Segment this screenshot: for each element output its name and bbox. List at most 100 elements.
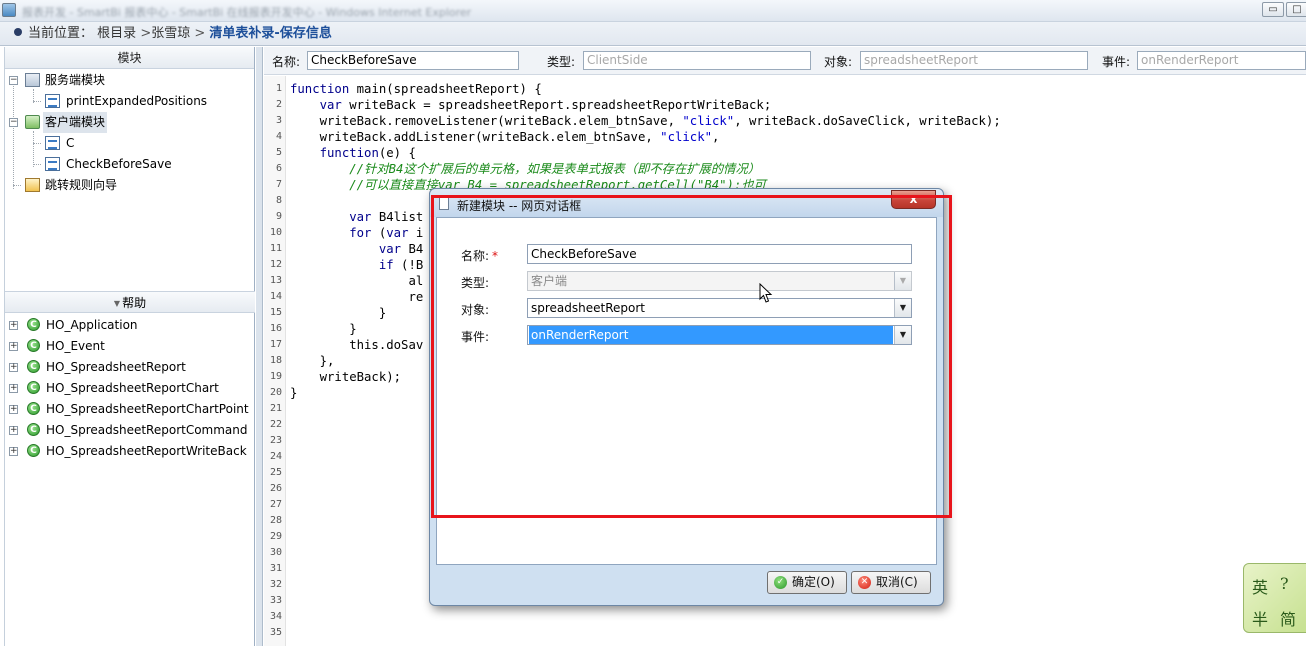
script-doc-icon: [45, 94, 60, 108]
line-number: 26: [269, 483, 282, 494]
tree-label: CheckBeforeSave: [66, 157, 172, 171]
dropdown-arrow-icon[interactable]: ▼: [894, 326, 911, 344]
code-line[interactable]: }: [290, 321, 356, 337]
ime-width-toggle[interactable]: 半: [1252, 606, 1268, 630]
line-number: 4: [275, 131, 282, 142]
cancel-button[interactable]: ✕ 取消(C): [851, 571, 931, 594]
checkmark-icon: ✓: [774, 576, 787, 589]
module-properties-bar: 名称: CheckBeforeSave 类型: ClientSide 对象: s…: [264, 47, 1306, 75]
code-line[interactable]: }: [290, 305, 386, 321]
tree-item-checkbeforesave[interactable]: CheckBeforeSave: [5, 154, 253, 175]
line-number: 35: [269, 627, 282, 638]
code-line[interactable]: this.doSav: [290, 337, 423, 353]
line-number: 30: [269, 547, 282, 558]
line-number: 21: [269, 403, 282, 414]
collapse-toggle-icon[interactable]: −: [9, 118, 18, 127]
dialog-body: 名称: * CheckBeforeSave 类型: 客户端 ▼ 对象: sprea…: [436, 217, 937, 565]
line-number: 17: [269, 339, 282, 350]
wizard-icon: [25, 178, 40, 192]
dialog-type-select: 客户端 ▼: [527, 271, 912, 291]
class-icon: C: [27, 339, 40, 352]
code-line[interactable]: writeBack);: [290, 369, 401, 385]
line-number: 25: [269, 467, 282, 478]
event-label: 事件:: [1102, 55, 1131, 69]
help-item-label: HO_Application: [46, 318, 138, 332]
collapse-arrow-icon: ▼: [113, 299, 121, 308]
tree-item-jump-wizard[interactable]: 跳转规则向导: [5, 175, 253, 196]
tree-label: 客户端模块: [43, 112, 108, 133]
breadcrumb-item-root[interactable]: 根目录: [97, 26, 136, 41]
line-number: 12: [269, 259, 282, 270]
dialog-titlebar[interactable]: 新建模块 -- 网页对话框 x: [430, 189, 943, 217]
ime-toolbar[interactable]: 英 ? 半 简: [1243, 563, 1306, 633]
tree-item-printexpandedpositions[interactable]: printExpandedPositions: [5, 91, 253, 112]
breadcrumb-item-user[interactable]: 张雪琼: [151, 26, 190, 41]
code-line[interactable]: function(e) {: [290, 145, 416, 161]
code-line[interactable]: //针对B4这个扩展后的单元格，如果是表单式报表（即不存在扩展的情况）: [290, 161, 760, 177]
code-line[interactable]: },: [290, 353, 335, 369]
expand-toggle-icon[interactable]: +: [9, 426, 18, 435]
code-line[interactable]: writeBack.addListener(writeBack.elem_btn…: [290, 129, 720, 145]
code-line[interactable]: al: [290, 273, 423, 289]
line-number: 14: [269, 291, 282, 302]
expand-toggle-icon[interactable]: +: [9, 363, 18, 372]
app-icon: [2, 3, 16, 17]
code-line[interactable]: writeBack.removeListener(writeBack.elem_…: [290, 113, 1001, 129]
line-number: 6: [275, 163, 282, 174]
client-module-icon: [25, 115, 40, 129]
line-number: 16: [269, 323, 282, 334]
dropdown-arrow-icon[interactable]: ▼: [894, 299, 911, 317]
line-number: 2: [275, 99, 282, 110]
expand-toggle-icon[interactable]: +: [9, 321, 18, 330]
dialog-title: 新建模块 -- 网页对话框: [457, 199, 582, 213]
collapse-toggle-icon[interactable]: −: [9, 76, 18, 85]
restore-button[interactable]: □: [1286, 2, 1306, 17]
dialog-object-select[interactable]: spreadsheetReport ▼: [527, 298, 912, 318]
expand-toggle-icon[interactable]: +: [9, 384, 18, 393]
tree-item-client-module[interactable]: − 客户端模块: [5, 112, 253, 133]
line-number: 13: [269, 275, 282, 286]
help-item-label: HO_SpreadsheetReportChart: [46, 381, 219, 395]
expand-toggle-icon[interactable]: +: [9, 342, 18, 351]
code-line[interactable]: re: [290, 289, 423, 305]
code-line[interactable]: function main(spreadsheetReport) {: [290, 81, 542, 97]
minimize-button[interactable]: ▭: [1262, 2, 1284, 17]
breadcrumb-prefix: 当前位置：: [28, 26, 94, 41]
tree-line: [33, 164, 41, 165]
help-item-label: HO_SpreadsheetReportWriteBack: [46, 444, 247, 458]
required-mark: *: [492, 249, 499, 263]
ime-script-toggle[interactable]: 简: [1280, 606, 1296, 630]
code-line[interactable]: if (!B: [290, 257, 423, 273]
ime-punct-toggle[interactable]: ?: [1280, 574, 1289, 593]
code-line[interactable]: var writeBack = spreadsheetReport.spread…: [290, 97, 772, 113]
dialog-event-select[interactable]: onRenderReport ▼: [527, 325, 912, 345]
tree-line: [13, 185, 21, 186]
expand-toggle-icon[interactable]: +: [9, 405, 18, 414]
line-number: 1: [275, 83, 282, 94]
dropdown-arrow-icon: ▼: [894, 272, 911, 290]
line-number: 28: [269, 515, 282, 526]
bullet-icon: [14, 28, 22, 36]
dialog-name-input[interactable]: CheckBeforeSave: [527, 244, 912, 264]
code-line[interactable]: var B4: [290, 241, 423, 257]
line-number: 9: [275, 211, 282, 222]
dialog-event-value: onRenderReport: [529, 326, 893, 344]
class-icon: C: [27, 360, 40, 373]
tree-item-server-module[interactable]: − 服务端模块: [5, 70, 253, 91]
ok-button[interactable]: ✓ 确定(O): [767, 571, 847, 594]
line-number: 27: [269, 499, 282, 510]
panel-splitter[interactable]: [256, 47, 263, 646]
dialog-close-button[interactable]: x: [891, 190, 936, 209]
help-header[interactable]: ▼ 帮助: [5, 291, 255, 313]
code-line[interactable]: }: [290, 385, 297, 401]
dialog-object-label: 对象:: [461, 303, 490, 317]
code-line[interactable]: for (var i: [290, 225, 423, 241]
ime-language-toggle[interactable]: 英: [1252, 574, 1268, 598]
name-input[interactable]: CheckBeforeSave: [307, 51, 519, 70]
window-titlebar: 报表开发 - SmartBi 报表中心 - SmartBi 在线报表开发中心 -…: [0, 0, 1306, 22]
tree-item-c[interactable]: C: [5, 133, 253, 154]
expand-toggle-icon[interactable]: +: [9, 447, 18, 456]
code-line[interactable]: var B4list: [290, 209, 423, 225]
line-number: 5: [275, 147, 282, 158]
class-icon: C: [27, 318, 40, 331]
